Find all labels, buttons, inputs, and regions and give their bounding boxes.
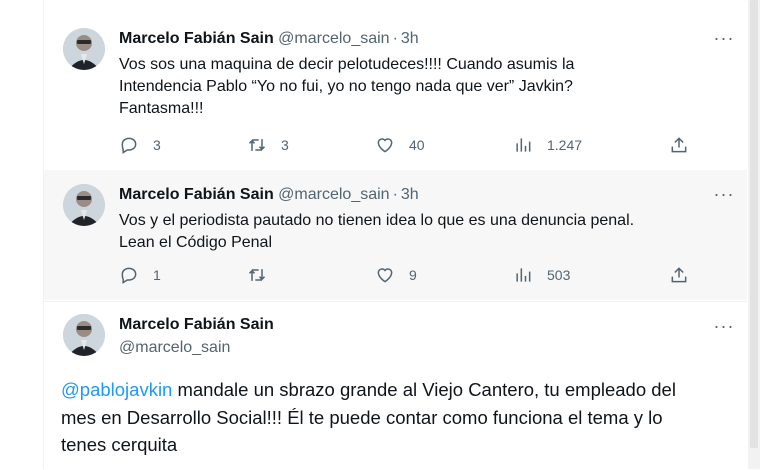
- tweet-text: Vos y el periodista pautado no tienen id…: [119, 212, 635, 251]
- tweet-header: Marcelo Fabián Sain @marcelo_sain · 3h: [119, 30, 419, 48]
- action-bar: 3 3 40 1.247: [119, 134, 689, 156]
- views-button[interactable]: 1.247: [513, 134, 582, 156]
- tweet-text: Vos sos una maquina de decir pelotudeces…: [119, 56, 575, 117]
- share-icon: [671, 267, 687, 283]
- retweet-button[interactable]: [247, 264, 281, 286]
- scrollbar-thumb[interactable]: [750, 0, 758, 448]
- share-button[interactable]: [669, 264, 689, 286]
- share-button[interactable]: [669, 134, 689, 156]
- like-count: 40: [409, 137, 425, 153]
- views-button[interactable]: 503: [513, 264, 570, 286]
- timestamp[interactable]: 3h: [401, 30, 419, 47]
- tweet-header: Marcelo Fabián Sain @marcelo_sain · 3h: [119, 186, 419, 204]
- author-name[interactable]: Marcelo Fabián Sain: [119, 30, 274, 47]
- views-count: 503: [547, 267, 571, 283]
- reply-count: 3: [153, 137, 161, 153]
- more-icon[interactable]: ···: [711, 28, 737, 48]
- like-count: 9: [409, 267, 417, 283]
- retweet-button[interactable]: 3: [247, 134, 289, 156]
- retweet-icon: [248, 269, 266, 281]
- author-handle[interactable]: @marcelo_sain: [119, 339, 230, 357]
- author-handle[interactable]: @marcelo_sain: [278, 186, 389, 203]
- views-icon: [516, 268, 531, 282]
- reply-button[interactable]: 1: [119, 264, 161, 286]
- reply-count: 1: [153, 267, 161, 283]
- retweet-icon: [248, 139, 266, 151]
- views-icon: [516, 138, 531, 152]
- reply-icon: [121, 267, 137, 284]
- avatar[interactable]: [63, 184, 105, 226]
- share-icon: [671, 137, 687, 153]
- avatar[interactable]: [63, 314, 105, 356]
- like-icon: [377, 138, 393, 153]
- retweet-count: 3: [281, 137, 289, 153]
- views-count: 1.247: [547, 137, 583, 153]
- author-name[interactable]: Marcelo Fabián Sain: [119, 186, 274, 203]
- reply-icon: [121, 137, 137, 154]
- author-handle[interactable]: @marcelo_sain: [278, 30, 389, 47]
- like-button[interactable]: 40: [375, 134, 425, 156]
- like-button[interactable]: 9: [375, 264, 417, 286]
- separator-dot: ·: [392, 186, 398, 203]
- like-icon: [377, 268, 393, 283]
- tweet-text: @pablojavkin mandale un sbrazo grande al…: [61, 376, 711, 459]
- separator-dot: ·: [392, 30, 398, 47]
- author-name[interactable]: Marcelo Fabián Sain: [119, 316, 274, 334]
- more-icon[interactable]: ···: [711, 316, 737, 336]
- avatar[interactable]: [63, 28, 105, 70]
- more-icon[interactable]: ···: [711, 184, 737, 204]
- timestamp[interactable]: 3h: [401, 186, 419, 203]
- mention-link[interactable]: @pablojavkin: [61, 379, 172, 400]
- main-tweet[interactable]: Marcelo Fabián Sain @marcelo_sain ··· @p…: [44, 301, 747, 470]
- tweet-reply-2[interactable]: Marcelo Fabián Sain @marcelo_sain · 3h ···…: [44, 170, 747, 300]
- tweet-reply-1[interactable]: Marcelo Fabián Sain @marcelo_sain · 3h ···…: [44, 14, 747, 170]
- action-bar: 1 9 503: [119, 264, 689, 286]
- reply-button[interactable]: 3: [119, 134, 161, 156]
